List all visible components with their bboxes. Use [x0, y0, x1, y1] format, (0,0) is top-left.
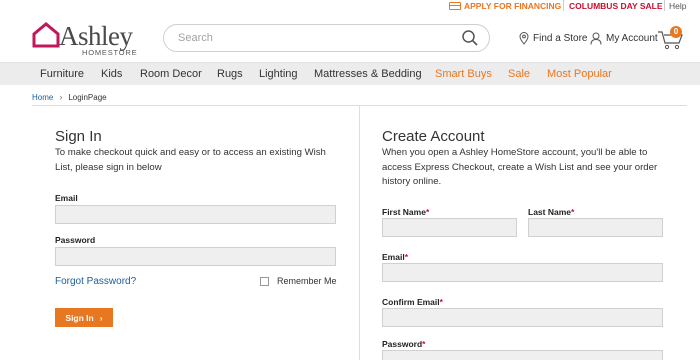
- create-email-label: Email*: [382, 252, 408, 262]
- create-account-title: Create Account: [382, 128, 485, 145]
- chevron-right-icon: ›: [99, 312, 103, 323]
- find-a-store-link[interactable]: Find a Store: [519, 32, 587, 45]
- first-name-label: First Name*: [382, 207, 430, 217]
- breadcrumb-current: LoginPage: [68, 92, 107, 102]
- location-pin-icon: [519, 32, 529, 45]
- password-label: Password: [55, 235, 96, 245]
- financing-label: APPLY FOR FINANCING: [464, 1, 562, 11]
- cart-button[interactable]: 0: [657, 26, 685, 50]
- divider: [563, 0, 564, 11]
- cart-count-badge: 0: [670, 26, 682, 38]
- utility-bar: APPLY FOR FINANCING COLUMBUS DAY SALE He…: [0, 0, 700, 12]
- sign-in-password-field[interactable]: [55, 247, 336, 266]
- nav-item-room-decor[interactable]: Room Decor: [140, 68, 202, 80]
- columbus-day-sale-link[interactable]: COLUMBUS DAY SALE: [569, 1, 663, 11]
- create-password-label: Password*: [382, 339, 426, 349]
- sign-in-button-label: Sign In: [65, 312, 94, 323]
- nav-item-sale[interactable]: Sale: [508, 68, 530, 80]
- remember-me-label: Remember Me: [277, 276, 337, 286]
- nav-item-lighting[interactable]: Lighting: [259, 68, 298, 80]
- nav-item-furniture[interactable]: Furniture: [40, 68, 84, 80]
- sign-in-description: To make checkout quick and easy or to ac…: [55, 147, 326, 173]
- column-divider: [359, 106, 360, 360]
- chevron-right-icon: ›: [59, 92, 63, 102]
- nav-item-kids[interactable]: Kids: [101, 68, 122, 80]
- search-input[interactable]: [163, 24, 490, 52]
- confirm-email-field[interactable]: [382, 308, 663, 327]
- logo-subtitle: HOMESTORE: [82, 48, 138, 57]
- remember-me-checkbox[interactable]: [260, 277, 269, 286]
- find-a-store-label: Find a Store: [533, 33, 588, 44]
- house-logo-icon: [32, 22, 60, 48]
- forgot-password-link[interactable]: Forgot Password?: [55, 276, 136, 287]
- logo-wordmark: Ashley: [59, 21, 133, 51]
- main-nav: Furniture Kids Room Decor Rugs Lighting …: [0, 62, 700, 85]
- apply-financing-link[interactable]: APPLY FOR FINANCING: [449, 1, 561, 11]
- sign-in-email-field[interactable]: [55, 205, 336, 224]
- breadcrumb-home[interactable]: Home: [32, 93, 53, 102]
- create-email-field[interactable]: [382, 263, 663, 282]
- nav-item-most-popular[interactable]: Most Popular: [547, 68, 612, 80]
- user-icon: [590, 32, 602, 45]
- nav-item-smart-buys[interactable]: Smart Buys: [435, 68, 492, 80]
- my-account-label: My Account: [606, 33, 658, 44]
- ashley-logo[interactable]: Ashley HOMESTORE: [32, 21, 142, 57]
- create-account-description: When you open a Ashley HomeStore account…: [382, 147, 658, 187]
- last-name-label: Last Name*: [528, 207, 575, 217]
- nav-item-mattresses-bedding[interactable]: Mattresses & Bedding: [314, 68, 422, 80]
- create-password-field[interactable]: [382, 350, 663, 360]
- last-name-field[interactable]: [528, 218, 663, 237]
- search-icon[interactable]: [461, 29, 479, 47]
- email-label: Email: [55, 193, 78, 203]
- sign-in-button[interactable]: Sign In ›: [55, 308, 113, 327]
- sign-in-title: Sign In: [55, 128, 102, 145]
- help-link[interactable]: Help: [669, 1, 686, 11]
- credit-card-icon: [449, 2, 461, 10]
- nav-item-rugs[interactable]: Rugs: [217, 68, 243, 80]
- breadcrumb: Home › LoginPage: [32, 92, 107, 102]
- my-account-link[interactable]: My Account: [590, 32, 658, 45]
- confirm-email-label: Confirm Email*: [382, 297, 443, 307]
- first-name-field[interactable]: [382, 218, 517, 237]
- divider: [664, 0, 665, 11]
